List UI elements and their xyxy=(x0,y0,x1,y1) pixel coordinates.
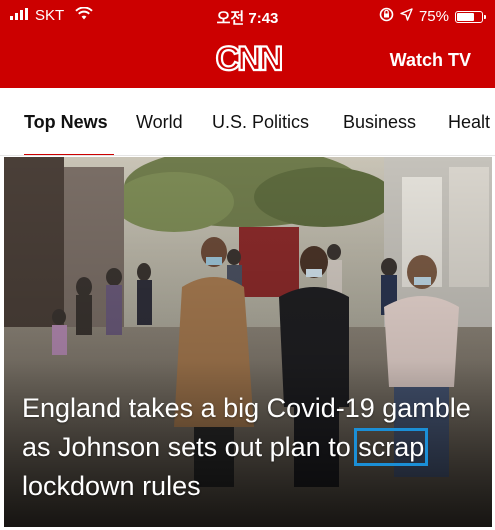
hero-headline[interactable]: England takes a big Covid-19 gamble as J… xyxy=(22,389,484,506)
headline-highlighted-word: scrap xyxy=(354,428,429,466)
app-header: CNN Watch TV xyxy=(0,32,495,88)
logo-text: CNN xyxy=(215,40,281,76)
cnn-logo-mark: CNN xyxy=(214,40,281,76)
status-bar: SKT 오전 7:43 75% xyxy=(0,0,495,32)
battery-fill xyxy=(457,12,474,21)
battery-nub xyxy=(484,14,486,19)
headline-text-end: lockdown rules xyxy=(22,471,201,501)
tab-top-news[interactable]: Top News xyxy=(24,112,108,133)
battery-percent: 75% xyxy=(418,8,449,25)
tab-world[interactable]: World xyxy=(136,112,183,133)
tabs-divider xyxy=(0,155,495,156)
battery-icon xyxy=(455,10,486,23)
status-right: 75% xyxy=(379,7,486,26)
orientation-lock-icon xyxy=(379,7,394,26)
tab-health[interactable]: Healt xyxy=(448,112,490,133)
tab-business[interactable]: Business xyxy=(343,112,416,133)
watch-tv-button[interactable]: Watch TV xyxy=(390,50,471,71)
hero-story[interactable]: England takes a big Covid-19 gamble as J… xyxy=(4,157,492,527)
section-tabs: Top News World U.S. Politics Business He… xyxy=(0,88,495,156)
tab-us-politics[interactable]: U.S. Politics xyxy=(212,112,309,133)
app-screen: SKT 오전 7:43 75% CNN Watch TV Top News Wo… xyxy=(0,0,495,530)
location-arrow-icon xyxy=(400,8,413,25)
